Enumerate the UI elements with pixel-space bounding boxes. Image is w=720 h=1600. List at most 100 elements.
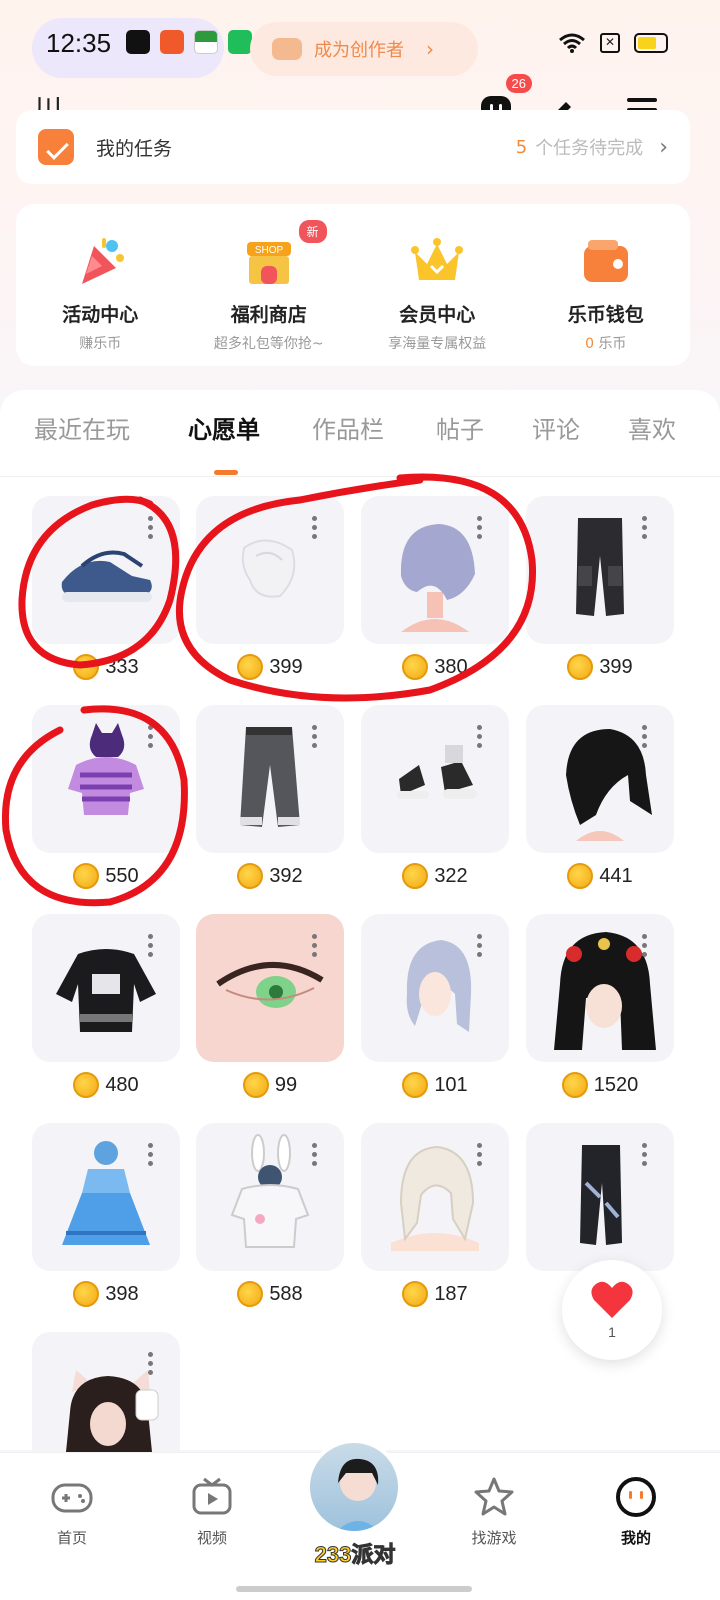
tab-works[interactable]: 作品栏 (312, 410, 384, 445)
item-price: 322 (361, 863, 509, 889)
item-price: 480 (32, 1072, 180, 1098)
wishlist-item[interactable] (32, 1332, 180, 1452)
more-options-icon[interactable] (642, 934, 648, 960)
nav-video[interactable]: 视频 (162, 1475, 262, 1548)
tiktok-icon (126, 30, 150, 54)
cargo-pants-image (576, 518, 624, 616)
more-options-icon[interactable] (148, 934, 154, 960)
nav-find-games[interactable]: 找游戏 (444, 1475, 544, 1548)
more-options-icon[interactable] (312, 1143, 318, 1169)
item-thumbnail (361, 496, 509, 644)
coin-icon (567, 863, 594, 889)
more-options-icon[interactable] (642, 1143, 648, 1169)
wishlist-item[interactable]: 480 (32, 914, 180, 1098)
coin-icon (242, 1072, 269, 1098)
cat-hoodie-image (68, 723, 144, 815)
wishlist-item[interactable]: 392 (196, 705, 344, 889)
nav-find-games-label: 找游戏 (471, 1529, 517, 1547)
cat-ear-hair-image (66, 1370, 159, 1452)
coin-icon (73, 1072, 100, 1098)
wishlist-item[interactable]: 399 (196, 496, 344, 680)
tasks-pending-count: 5 (515, 136, 528, 158)
become-creator-button[interactable]: 成为创作者 › (250, 22, 478, 76)
welfare-shop-tile[interactable]: SHOP 新 福利商店 超多礼包等你抢~ (185, 204, 354, 366)
vip-center-tile[interactable]: 会员中心 享海量专属权益 (353, 204, 522, 366)
wishlist-item[interactable]: 588 (196, 1123, 344, 1307)
nav-me[interactable]: 我的 (586, 1475, 686, 1548)
favorites-button[interactable]: 1 (562, 1260, 662, 1360)
shop-icon: SHOP (246, 242, 291, 284)
more-options-icon[interactable] (148, 1143, 154, 1169)
wishlist-item[interactable]: 99 (196, 914, 344, 1098)
coin-wallet-tile[interactable]: 乐币钱包 0 乐币 (522, 204, 691, 366)
no-sim-icon: ✕ (600, 33, 620, 53)
quick-access-card: 活动中心 赚乐币 SHOP 新 福利商店 超多礼包等你抢~ 会员中心 享海量专属… (16, 204, 690, 366)
item-thumbnail (361, 705, 509, 853)
tab-posts[interactable]: 帖子 (436, 410, 484, 445)
wide-pants-image (240, 727, 300, 827)
more-options-icon[interactable] (477, 725, 483, 751)
more-options-icon[interactable] (642, 725, 648, 751)
coin-icon (237, 1281, 264, 1307)
tab-wishlist[interactable]: 心愿单 (188, 410, 260, 445)
party-avatar (306, 1439, 402, 1535)
bottom-navigation: 首页 视频 233派对 找游戏 我的 (0, 1439, 720, 1600)
nav-home[interactable]: 首页 (22, 1475, 122, 1548)
wallet-icon (583, 240, 628, 282)
more-options-icon[interactable] (312, 725, 318, 751)
home-indicator[interactable] (236, 1586, 472, 1592)
price-value: 380 (434, 655, 468, 678)
gamepad-icon (272, 38, 302, 60)
item-price: 399 (196, 654, 344, 680)
crown-icon (411, 238, 464, 280)
tab-recently-played[interactable]: 最近在玩 (34, 410, 130, 445)
activity-center-sub: 赚乐币 (79, 336, 122, 352)
wishlist-item[interactable]: 322 (361, 705, 509, 889)
task-calendar-icon (38, 129, 74, 165)
tv-icon (192, 1477, 232, 1515)
flag-icon (194, 30, 218, 54)
wishlist-item[interactable] (526, 1123, 674, 1271)
coin-icon (402, 1281, 429, 1307)
party-popper-icon (82, 238, 125, 284)
price-value: 322 (434, 864, 468, 887)
tab-likes[interactable]: 喜欢 (628, 410, 676, 445)
my-tasks-row[interactable]: 我的任务 5 个任务待完成 › (16, 110, 690, 184)
more-options-icon[interactable] (312, 516, 318, 542)
more-options-icon[interactable] (148, 516, 154, 542)
more-options-icon[interactable] (477, 516, 483, 542)
video-app-icon (160, 30, 184, 54)
more-options-icon[interactable] (642, 516, 648, 542)
activity-center-label: 活动中心 (62, 304, 139, 326)
svg-text:SHOP: SHOP (255, 245, 284, 256)
wishlist-item[interactable]: 187 (361, 1123, 509, 1307)
wishlist-item[interactable]: 398 (32, 1123, 180, 1307)
become-creator-label: 成为创作者 (314, 40, 404, 61)
wishlist-item[interactable]: 441 (526, 705, 674, 889)
activity-center-tile[interactable]: 活动中心 赚乐币 (16, 204, 185, 366)
price-value: 441 (599, 864, 633, 887)
wishlist-item[interactable]: 333 (32, 496, 180, 680)
item-thumbnail (196, 705, 344, 853)
price-value: 588 (269, 1282, 303, 1305)
more-options-icon[interactable] (148, 1352, 154, 1378)
coin-icon (561, 1072, 588, 1098)
more-options-icon[interactable] (148, 725, 154, 751)
wishlist-item[interactable]: 1520 (526, 914, 674, 1098)
wishlist-item[interactable]: 550 (32, 705, 180, 889)
tab-comments[interactable]: 评论 (532, 410, 580, 445)
wishlist-item[interactable]: 101 (361, 914, 509, 1098)
item-price: 187 (361, 1281, 509, 1307)
belted-pants-image (580, 1145, 622, 1245)
wishlist-item[interactable]: 399 (526, 496, 674, 680)
more-options-icon[interactable] (312, 934, 318, 960)
coin-icon (237, 863, 264, 889)
green-eyes-image (216, 961, 324, 1008)
wishlist-item[interactable]: 380 (361, 496, 509, 680)
tabs-divider (0, 476, 720, 477)
item-thumbnail (526, 705, 674, 853)
more-options-icon[interactable] (477, 1143, 483, 1169)
item-price: 588 (196, 1281, 344, 1307)
chevron-right-icon: › (426, 37, 434, 61)
more-options-icon[interactable] (477, 934, 483, 960)
